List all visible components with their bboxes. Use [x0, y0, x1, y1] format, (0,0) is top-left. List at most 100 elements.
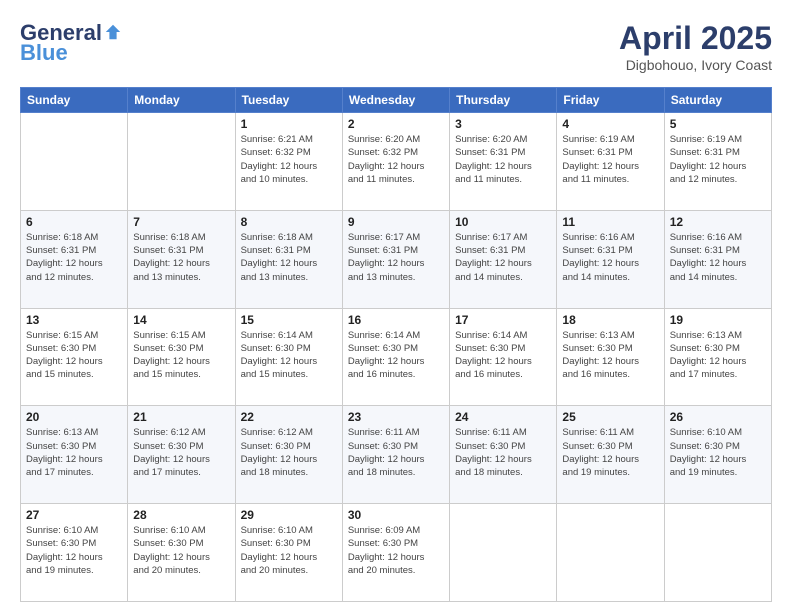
calendar-cell: 14 Sunrise: 6:15 AM Sunset: 6:30 PM Dayli…: [128, 308, 235, 406]
calendar-cell: [128, 113, 235, 211]
day-info: Sunrise: 6:14 AM Sunset: 6:30 PM Dayligh…: [348, 329, 444, 382]
day-number: 27: [26, 508, 122, 522]
calendar-cell: 17 Sunrise: 6:14 AM Sunset: 6:30 PM Dayli…: [450, 308, 557, 406]
day-info: Sunrise: 6:12 AM Sunset: 6:30 PM Dayligh…: [133, 426, 229, 479]
day-of-week-friday: Friday: [557, 88, 664, 113]
header: General Blue April 2025 Digbohouo, Ivory…: [20, 20, 772, 73]
day-info: Sunrise: 6:14 AM Sunset: 6:30 PM Dayligh…: [455, 329, 551, 382]
calendar-cell: 12 Sunrise: 6:16 AM Sunset: 6:31 PM Dayli…: [664, 210, 771, 308]
calendar-cell: 16 Sunrise: 6:14 AM Sunset: 6:30 PM Dayli…: [342, 308, 449, 406]
calendar-cell: 11Sunrise: 6:16 AM Sunset: 6:31 PM Dayli…: [557, 210, 664, 308]
calendar-cell: 24 Sunrise: 6:11 AM Sunset: 6:30 PM Dayli…: [450, 406, 557, 504]
day-of-week-saturday: Saturday: [664, 88, 771, 113]
day-number: 5: [670, 117, 766, 131]
day-number: 13: [26, 313, 122, 327]
day-number: 16: [348, 313, 444, 327]
day-info: Sunrise: 6:15 AM Sunset: 6:30 PM Dayligh…: [26, 329, 122, 382]
day-info: Sunrise: 6:20 AM Sunset: 6:32 PM Dayligh…: [348, 133, 444, 186]
day-number: 22: [241, 410, 337, 424]
logo-blue-text: Blue: [20, 40, 68, 66]
day-info: Sunrise: 6:13 AM Sunset: 6:30 PM Dayligh…: [562, 329, 658, 382]
day-info: Sunrise: 6:10 AM Sunset: 6:30 PM Dayligh…: [241, 524, 337, 577]
day-info: Sunrise: 6:11 AM Sunset: 6:30 PM Dayligh…: [455, 426, 551, 479]
day-number: 14: [133, 313, 229, 327]
day-number: 3: [455, 117, 551, 131]
calendar-week-row: 1 Sunrise: 6:21 AM Sunset: 6:32 PM Daylig…: [21, 113, 772, 211]
calendar-cell: 26Sunrise: 6:10 AM Sunset: 6:30 PM Dayli…: [664, 406, 771, 504]
day-of-week-monday: Monday: [128, 88, 235, 113]
calendar-cell: 8 Sunrise: 6:18 AM Sunset: 6:31 PM Daylig…: [235, 210, 342, 308]
day-info: Sunrise: 6:10 AM Sunset: 6:30 PM Dayligh…: [26, 524, 122, 577]
calendar-cell: 3 Sunrise: 6:20 AM Sunset: 6:31 PM Daylig…: [450, 113, 557, 211]
day-info: Sunrise: 6:16 AM Sunset: 6:31 PM Dayligh…: [670, 231, 766, 284]
calendar-week-row: 6 Sunrise: 6:18 AM Sunset: 6:31 PM Daylig…: [21, 210, 772, 308]
day-info: Sunrise: 6:17 AM Sunset: 6:31 PM Dayligh…: [348, 231, 444, 284]
calendar-week-row: 13 Sunrise: 6:15 AM Sunset: 6:30 PM Dayli…: [21, 308, 772, 406]
calendar-week-row: 27 Sunrise: 6:10 AM Sunset: 6:30 PM Dayli…: [21, 504, 772, 602]
day-info: Sunrise: 6:21 AM Sunset: 6:32 PM Dayligh…: [241, 133, 337, 186]
day-number: 29: [241, 508, 337, 522]
day-number: 2: [348, 117, 444, 131]
calendar-table: SundayMondayTuesdayWednesdayThursdayFrid…: [20, 87, 772, 602]
day-number: 11: [562, 215, 658, 229]
day-info: Sunrise: 6:11 AM Sunset: 6:30 PM Dayligh…: [562, 426, 658, 479]
day-number: 19: [670, 313, 766, 327]
day-number: 20: [26, 410, 122, 424]
calendar-cell: 22Sunrise: 6:12 AM Sunset: 6:30 PM Dayli…: [235, 406, 342, 504]
calendar-cell: 9 Sunrise: 6:17 AM Sunset: 6:31 PM Daylig…: [342, 210, 449, 308]
day-number: 25: [562, 410, 658, 424]
day-info: Sunrise: 6:20 AM Sunset: 6:31 PM Dayligh…: [455, 133, 551, 186]
day-info: Sunrise: 6:15 AM Sunset: 6:30 PM Dayligh…: [133, 329, 229, 382]
calendar-cell: 28 Sunrise: 6:10 AM Sunset: 6:30 PM Dayli…: [128, 504, 235, 602]
calendar-cell: 30Sunrise: 6:09 AM Sunset: 6:30 PM Dayli…: [342, 504, 449, 602]
day-number: 12: [670, 215, 766, 229]
calendar-week-row: 20 Sunrise: 6:13 AM Sunset: 6:30 PM Dayli…: [21, 406, 772, 504]
day-number: 9: [348, 215, 444, 229]
day-info: Sunrise: 6:10 AM Sunset: 6:30 PM Dayligh…: [670, 426, 766, 479]
logo-icon: [104, 23, 122, 41]
day-number: 8: [241, 215, 337, 229]
calendar-cell: 2 Sunrise: 6:20 AM Sunset: 6:32 PM Daylig…: [342, 113, 449, 211]
day-info: Sunrise: 6:10 AM Sunset: 6:30 PM Dayligh…: [133, 524, 229, 577]
calendar-cell: [21, 113, 128, 211]
day-number: 10: [455, 215, 551, 229]
day-info: Sunrise: 6:11 AM Sunset: 6:30 PM Dayligh…: [348, 426, 444, 479]
calendar-cell: 4 Sunrise: 6:19 AM Sunset: 6:31 PM Daylig…: [557, 113, 664, 211]
day-info: Sunrise: 6:14 AM Sunset: 6:30 PM Dayligh…: [241, 329, 337, 382]
calendar-cell: 21 Sunrise: 6:12 AM Sunset: 6:30 PM Dayli…: [128, 406, 235, 504]
calendar-cell: 29 Sunrise: 6:10 AM Sunset: 6:30 PM Dayli…: [235, 504, 342, 602]
calendar-cell: 25 Sunrise: 6:11 AM Sunset: 6:30 PM Dayli…: [557, 406, 664, 504]
calendar-header-row: SundayMondayTuesdayWednesdayThursdayFrid…: [21, 88, 772, 113]
day-number: 6: [26, 215, 122, 229]
calendar-cell: 1 Sunrise: 6:21 AM Sunset: 6:32 PM Daylig…: [235, 113, 342, 211]
logo: General Blue: [20, 20, 122, 66]
calendar-cell: 5Sunrise: 6:19 AM Sunset: 6:31 PM Daylig…: [664, 113, 771, 211]
day-of-week-sunday: Sunday: [21, 88, 128, 113]
day-number: 1: [241, 117, 337, 131]
day-number: 7: [133, 215, 229, 229]
calendar-cell: 18Sunrise: 6:13 AM Sunset: 6:30 PM Dayli…: [557, 308, 664, 406]
calendar-cell: [450, 504, 557, 602]
day-info: Sunrise: 6:18 AM Sunset: 6:31 PM Dayligh…: [241, 231, 337, 284]
title-block: April 2025 Digbohouo, Ivory Coast: [619, 20, 772, 73]
day-of-week-thursday: Thursday: [450, 88, 557, 113]
calendar-cell: 23Sunrise: 6:11 AM Sunset: 6:30 PM Dayli…: [342, 406, 449, 504]
day-number: 28: [133, 508, 229, 522]
day-info: Sunrise: 6:19 AM Sunset: 6:31 PM Dayligh…: [562, 133, 658, 186]
day-info: Sunrise: 6:13 AM Sunset: 6:30 PM Dayligh…: [26, 426, 122, 479]
day-of-week-tuesday: Tuesday: [235, 88, 342, 113]
calendar-cell: 27 Sunrise: 6:10 AM Sunset: 6:30 PM Dayli…: [21, 504, 128, 602]
day-info: Sunrise: 6:18 AM Sunset: 6:31 PM Dayligh…: [133, 231, 229, 284]
calendar-cell: 13 Sunrise: 6:15 AM Sunset: 6:30 PM Dayli…: [21, 308, 128, 406]
calendar-cell: [557, 504, 664, 602]
day-number: 17: [455, 313, 551, 327]
day-info: Sunrise: 6:13 AM Sunset: 6:30 PM Dayligh…: [670, 329, 766, 382]
day-of-week-wednesday: Wednesday: [342, 88, 449, 113]
day-number: 21: [133, 410, 229, 424]
day-number: 4: [562, 117, 658, 131]
day-number: 24: [455, 410, 551, 424]
calendar-cell: 15Sunrise: 6:14 AM Sunset: 6:30 PM Dayli…: [235, 308, 342, 406]
calendar-cell: 19 Sunrise: 6:13 AM Sunset: 6:30 PM Dayli…: [664, 308, 771, 406]
day-info: Sunrise: 6:17 AM Sunset: 6:31 PM Dayligh…: [455, 231, 551, 284]
calendar-location: Digbohouo, Ivory Coast: [619, 57, 772, 73]
